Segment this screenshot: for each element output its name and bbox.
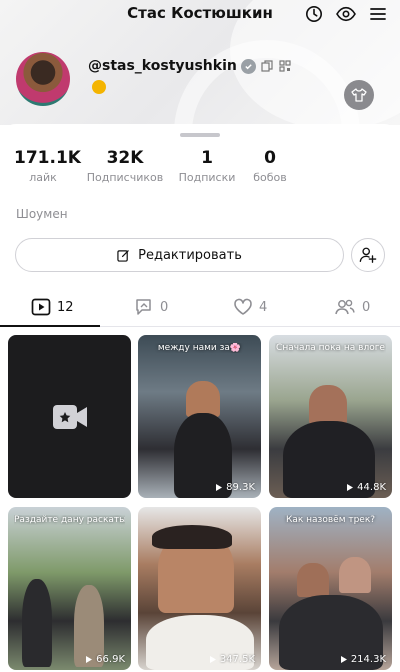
view-count: 214.3K: [340, 654, 386, 665]
view-count-value: 66.9K: [96, 654, 125, 665]
play-square-icon: [31, 298, 51, 316]
stat-label: лайк: [29, 171, 57, 184]
view-count-value: 44.8K: [357, 482, 386, 493]
view-count: 347.5K: [209, 654, 255, 665]
stat-value: 1: [201, 148, 213, 168]
video-caption: Как назовём трек?: [285, 515, 376, 525]
view-count: 66.9K: [85, 654, 125, 665]
hair: [152, 525, 232, 549]
tab-collabs[interactable]: 0: [334, 287, 370, 327]
person-figure: [339, 557, 371, 593]
bio-text: Шоумен: [16, 207, 68, 221]
stat-likes[interactable]: 171.1K лайк: [14, 148, 81, 184]
stat-label: Подписчиков: [86, 171, 164, 184]
video-grid: между нами за🌸 89.3K Сначала пока на вло…: [0, 335, 400, 672]
play-icon: [340, 656, 347, 663]
stat-label: бобов: [253, 171, 287, 184]
view-count: 89.3K: [215, 482, 255, 493]
qr-code-icon[interactable]: [278, 59, 292, 73]
video-upload-tile[interactable]: [8, 335, 131, 498]
person-figure: [297, 563, 329, 597]
tshirt-button[interactable]: [344, 80, 374, 110]
stat-label: Подписки: [178, 171, 236, 184]
avatar[interactable]: [16, 52, 70, 106]
copy-icon[interactable]: [260, 59, 274, 73]
smile-emoji-icon: [92, 80, 106, 94]
play-icon: [347, 484, 354, 491]
stat-following[interactable]: 1 Подписки: [176, 148, 238, 184]
tab-count: 4: [259, 299, 268, 315]
menu-icon[interactable]: [368, 4, 388, 24]
play-icon: [86, 656, 93, 663]
person-figure: [22, 579, 52, 667]
edit-icon: [117, 249, 129, 262]
profile-header: Стас Костюшкин @stas_kostyushkin: [0, 0, 400, 125]
stats-row: 171.1K лайк 32K Подписчиков 1 Подписки 0…: [0, 148, 400, 192]
profile-sheet: 171.1K лайк 32K Подписчиков 1 Подписки 0…: [0, 124, 400, 672]
video-thumbnail[interactable]: Раздайте дану раскаты 66.9K: [8, 507, 131, 670]
username-row: @stas_kostyushkin: [88, 58, 292, 74]
person-figure: [309, 385, 347, 425]
view-count-value: 347.5K: [219, 654, 255, 665]
view-count: 44.8K: [346, 482, 386, 493]
video-thumbnail[interactable]: Сначала пока на влоге 44.8K: [269, 335, 392, 498]
person-figure: [186, 381, 220, 417]
view-count-value: 214.3K: [350, 654, 386, 665]
video-thumbnail[interactable]: между нами за🌸 89.3K: [138, 335, 261, 498]
stat-value: 32K: [106, 148, 144, 168]
people-icon: [335, 299, 355, 315]
tab-videos[interactable]: 12: [31, 287, 74, 327]
video-thumbnail[interactable]: Как назовём трек? 214.3K: [269, 507, 392, 670]
clock-icon[interactable]: [304, 4, 324, 24]
active-tab-indicator: [0, 325, 100, 327]
edit-profile-button[interactable]: Редактировать: [15, 238, 344, 272]
stat-followers[interactable]: 32K Подписчиков: [86, 148, 164, 184]
stat-value: 171.1K: [14, 148, 81, 168]
tab-count: 0: [160, 299, 169, 315]
add-friend-button[interactable]: [351, 238, 385, 272]
edit-profile-label: Редактировать: [138, 247, 242, 263]
eye-icon[interactable]: [336, 4, 356, 24]
video-caption: Сначала пока на влоге: [276, 343, 385, 353]
sheet-grabber[interactable]: [180, 133, 220, 137]
stat-beans[interactable]: 0 бобов: [248, 148, 292, 184]
tab-count: 12: [57, 299, 74, 315]
play-icon: [209, 656, 216, 663]
view-count-value: 89.3K: [226, 482, 255, 493]
add-video-icon: [52, 404, 87, 429]
video-caption: Раздайте дану раскаты: [14, 515, 125, 525]
username: @stas_kostyushkin: [88, 58, 237, 74]
tshirt-icon: [351, 88, 367, 102]
content-tabs: 12 0 4 0: [0, 287, 400, 327]
top-bar: Стас Костюшкин: [0, 0, 400, 26]
top-actions: [304, 4, 388, 24]
add-user-icon: [359, 247, 377, 263]
verified-icon: [240, 58, 256, 74]
video-thumbnail[interactable]: 347.5K: [138, 507, 261, 670]
tab-count: 0: [362, 299, 371, 315]
heart-icon: [234, 298, 252, 315]
tab-liked[interactable]: 4: [233, 287, 267, 327]
video-caption: между нами за🌸: [157, 343, 242, 353]
stat-value: 0: [264, 148, 276, 168]
play-icon: [216, 484, 223, 491]
repost-icon: [136, 299, 151, 315]
tab-reposts[interactable]: 0: [134, 287, 168, 327]
